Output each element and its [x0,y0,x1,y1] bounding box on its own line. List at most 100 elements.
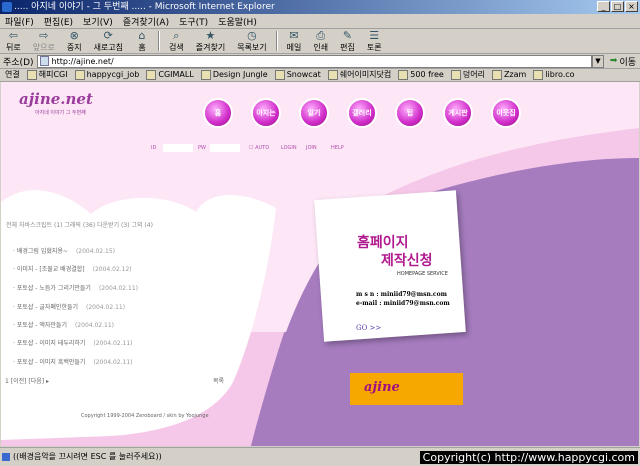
history-icon: ◷ [247,28,257,42]
category-bar[interactable]: 전체 자바스크립트 (1) 그래픽 (36) 다운받기 (3) 그외 (4) [6,220,153,229]
board-search-input[interactable] [105,386,213,399]
link-item[interactable]: Zzam [491,69,527,80]
link-icon [450,69,461,80]
post-title: 이미지 - [조물교 배경결합] [16,266,85,273]
search-label: 검색 [169,42,184,52]
link-label: happycgi_job [86,70,140,79]
status-text: ((배경음악을 끄시려면 ESC 를 눌러주세요)) [13,452,162,461]
post-title: 포토샵 - 노듬가 그리기만들기 [16,285,91,292]
link-item[interactable]: 쉐어이미지닷컴 [327,69,391,80]
banner-logo: ajine [364,380,400,395]
link-item[interactable]: CGIMALL [146,69,194,80]
card-msn: m s n : miniid79@msn.com [356,291,447,298]
back-arrow-icon: ⇦ [8,28,18,42]
home-icon: ⌂ [138,28,146,42]
edit-button[interactable]: ✎ 편집 [340,30,355,53]
link-item[interactable]: libro.co [533,69,575,80]
discuss-button[interactable]: ☰ 토론 [367,30,382,53]
window-controls: _ □ × [597,1,638,12]
status-message: ((배경음악을 끄시려면 ESC 를 눌러주세요)) [2,451,162,462]
link-item[interactable]: happycgi_job [74,69,140,80]
site-logo[interactable]: ajine.net [19,90,93,108]
menu-favorites[interactable]: 즐겨찾기(A) [123,15,169,28]
link-item[interactable]: Design Jungle [200,69,268,80]
menu-view[interactable]: 보기(V) [83,15,113,28]
maximize-button[interactable]: □ [611,1,624,12]
card-heading-2: 제작신청 [381,253,433,269]
list-item[interactable]: · 배경그림 입혔지용~ (2004.02.15) [13,246,115,255]
list-item[interactable]: · 포토샵 - 노듬가 그리기만들기 (2004.02.11) [13,283,138,292]
nav-about-button[interactable]: 아지는 [251,98,281,128]
nav-gallery-button[interactable]: 갤러리 [347,98,377,128]
link-item[interactable]: 500 free [398,69,444,80]
history-button[interactable]: ◷ 목록보기 [237,30,266,53]
list-item[interactable]: · 이미지 - [조물교 배경결합] (2004.02.12) [13,264,132,273]
link-icon [491,69,502,80]
nav-board-button[interactable]: 게시판 [443,98,473,128]
address-input[interactable]: http://ajine.net/ [36,54,592,68]
forward-button[interactable]: ⇨ 앞으로 [33,30,55,53]
link-label: Zzam [503,70,527,79]
ajine-banner[interactable]: ajine [350,373,463,405]
go-arrow-icon: ➡ [609,56,618,66]
menu-edit[interactable]: 편집(E) [44,15,73,28]
nav-tip-button[interactable]: 팁 [395,98,425,128]
card-go-link[interactable]: GO >> [356,324,381,332]
print-button[interactable]: ⎙ 인쇄 [313,30,328,53]
favorites-button[interactable]: ★ 즐겨찾기 [196,30,225,53]
id-input[interactable] [163,144,193,152]
auto-checkbox[interactable]: ☐ AUTO [249,145,269,151]
site-logo-subtitle: 아지네 이야기 그 두번째 [35,110,86,116]
list-item[interactable]: · 포토샵 - 액자만들기 (2004.02.11) [13,320,114,329]
mail-button[interactable]: ✉ 메일 [287,30,302,53]
menu-help[interactable]: 도움말(H) [218,15,257,28]
nav-home-button[interactable]: 홈 [203,98,233,128]
join-link[interactable]: JOIN [306,145,317,151]
post-date: (2004.02.11) [86,304,126,311]
stop-button[interactable]: ⊗ 중지 [67,30,82,53]
post-date: (2004.02.11) [98,285,139,292]
history-label: 목록보기 [237,42,267,52]
page-icon [39,56,49,66]
back-button[interactable]: ⇦ 뒤로 [6,30,21,53]
nav-diary-button[interactable]: 일기 [299,98,329,128]
link-label: 해피CGI [38,70,68,79]
link-label: 500 free [410,70,444,79]
link-item[interactable]: 덩어리 [450,69,485,80]
close-button[interactable]: × [625,1,638,12]
board-footer: Copyright 1999-2004 Zeroboard / skin by … [81,413,209,419]
minimize-button[interactable]: _ [597,1,610,12]
print-label: 인쇄 [313,42,329,52]
card-subtitle: HOMEPAGE SERVICE [397,271,448,277]
home-button[interactable]: ⌂ 홈 [135,30,149,53]
address-url: http://ajine.net/ [51,56,114,66]
menu-file[interactable]: 파일(F) [5,15,34,28]
list-item[interactable]: · 포토샵 - 이미지 테두리하기 (2004.02.11) [13,338,132,347]
pw-input[interactable] [210,144,240,152]
mail-icon: ✉ [289,28,299,42]
page-content: ajine.net 아지네 이야기 그 두번째 홈 아지는 일기 갤러리 팁 게… [1,82,639,446]
post-date: (2004.02.12) [92,266,132,273]
link-icon [327,69,338,80]
link-item[interactable]: Snowcat [274,69,321,80]
address-bar: 주소(D) http://ajine.net/ ▼ ➡ 이동 [0,54,640,69]
address-dropdown-button[interactable]: ▼ [591,54,604,68]
pagination[interactable]: 1 [이전] [다음] ▸ [5,376,49,385]
list-item[interactable]: · 포토샵 - 글자폐인한들기 (2004.02.11) [13,302,125,311]
nav-neighbors-button[interactable]: 이웃집 [491,98,521,128]
search-button[interactable]: ⌕ 검색 [169,30,184,53]
help-link[interactable]: HELP [331,145,344,151]
window-title: ..... 아지네 이야기 - 그 두번째 ..... - Microsoft … [14,2,275,12]
go-button[interactable]: ➡ 이동 [610,55,636,68]
toolbar: ⇦ 뒤로 ⇨ 앞으로 ⊗ 중지 ⟳ 새로고침 ⌂ 홈 ⌕ 검색 ★ 즐겨찾기 ◷ 목록보기 ✉ 메… [0,29,640,54]
menu-tools[interactable]: 도구(T) [179,15,208,28]
list-item[interactable]: · 포토샵 - 이미지 흑백만들기 (2004.02.11) [13,357,132,366]
link-item[interactable]: 해피CGI [26,69,68,80]
refresh-button[interactable]: ⟳ 새로고침 [94,30,123,53]
status-bar: ((배경음악을 끄시려면 ESC 를 눌러주세요)) Copyright(c) … [0,447,640,466]
back-label: 뒤로 [6,42,21,52]
login-link[interactable]: LOGIN [281,145,297,151]
list-link[interactable]: 목록 [213,376,224,385]
link-icon [398,69,409,80]
post-date: (2004.02.11) [93,359,133,366]
